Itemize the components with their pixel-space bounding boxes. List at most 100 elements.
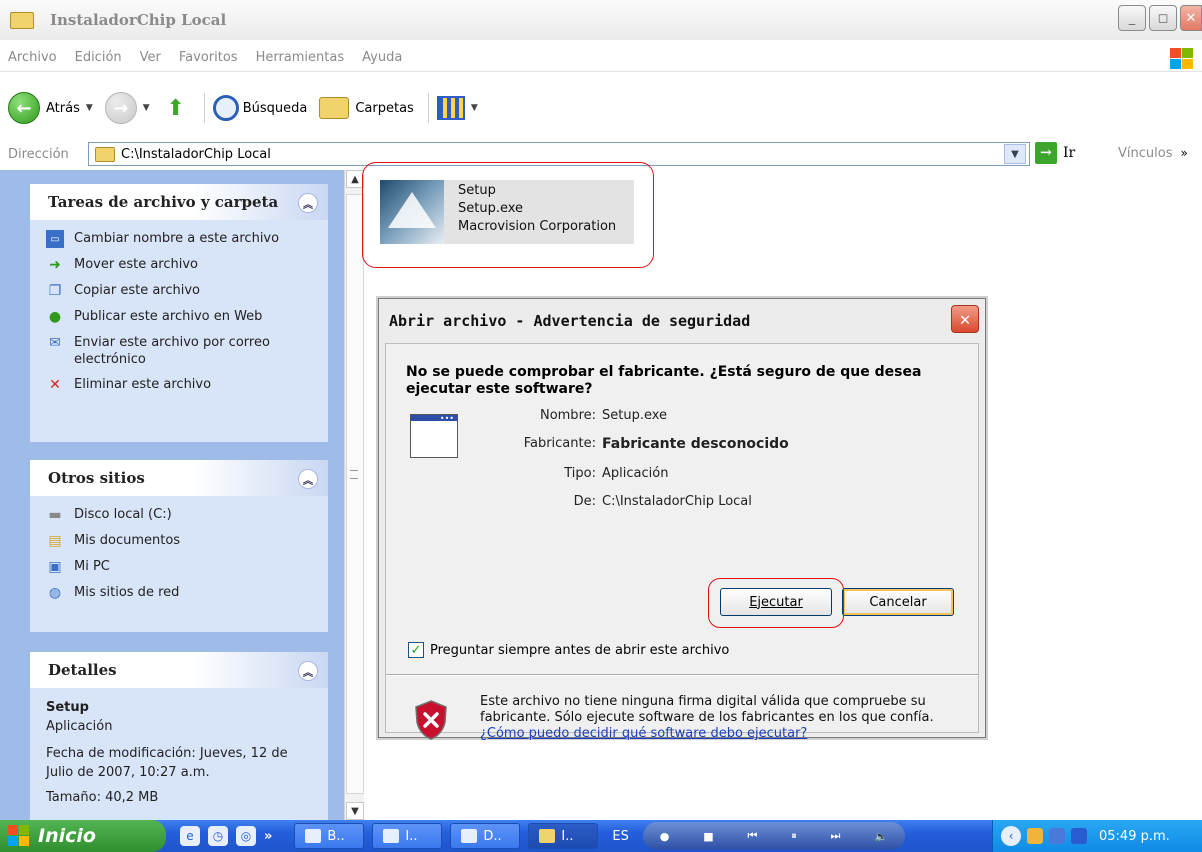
scroll-down-button[interactable]: ▼ bbox=[346, 802, 364, 820]
dialog-title: Abrir archivo - Advertencia de seguridad bbox=[389, 312, 751, 330]
back-button[interactable]: ← Atrás ▼ bbox=[8, 92, 93, 124]
menu-ver[interactable]: Ver bbox=[140, 50, 161, 65]
place-label: Disco local (C:) bbox=[74, 507, 172, 522]
volume-icon[interactable]: 🔈 bbox=[874, 830, 888, 843]
cancel-button[interactable]: Cancelar bbox=[842, 588, 954, 616]
clock-icon[interactable]: ◷ bbox=[208, 826, 228, 846]
warning-text-block: Este archivo no tiene ninguna firma digi… bbox=[480, 694, 970, 742]
info-row-type: Tipo: Aplicación bbox=[470, 466, 950, 481]
taskbar-button-3[interactable]: D.. bbox=[450, 823, 521, 849]
dialog-close-button[interactable]: ✕ bbox=[951, 305, 979, 333]
media-app-icon[interactable]: ● bbox=[660, 830, 670, 843]
collapse-icon[interactable]: ︽ bbox=[298, 661, 318, 681]
task-delete[interactable]: ✕ Eliminar este archivo bbox=[46, 376, 314, 394]
minimize-button[interactable]: _ bbox=[1118, 5, 1146, 31]
always-ask-checkbox-row[interactable]: ✓ Preguntar siempre antes de abrir este … bbox=[408, 642, 729, 658]
up-folder-button[interactable]: ⬆ bbox=[162, 94, 190, 122]
task-pane-scrollbar[interactable]: ▲ ▼ bbox=[344, 170, 364, 820]
info-label: Fabricante: bbox=[523, 436, 596, 451]
info-value: Aplicación bbox=[602, 466, 669, 481]
place-my-documents[interactable]: ▤ Mis documentos bbox=[46, 532, 314, 550]
start-button[interactable]: Inicio bbox=[0, 820, 166, 852]
show-hidden-icons-button[interactable]: ‹ bbox=[1001, 826, 1021, 846]
copy-icon: ❐ bbox=[48, 282, 62, 299]
task-publish-web[interactable]: ● Publicar este archivo en Web bbox=[46, 308, 314, 326]
back-label: Atrás bbox=[46, 100, 80, 116]
details-header[interactable]: Detalles ︽ bbox=[30, 652, 328, 688]
toolbar-separator bbox=[203, 93, 205, 123]
other-places-header[interactable]: Otros sitios ︽ bbox=[30, 460, 328, 496]
task-move[interactable]: ➜ Mover este archivo bbox=[46, 256, 314, 274]
pause-icon[interactable]: ⏸ bbox=[791, 829, 797, 843]
scroll-thumb[interactable] bbox=[346, 194, 364, 794]
views-button[interactable]: ▼ bbox=[436, 96, 478, 120]
go-label: Ir bbox=[1063, 145, 1076, 161]
previous-icon[interactable]: ⏮ bbox=[747, 829, 757, 843]
menu-edicion[interactable]: Edición bbox=[75, 50, 122, 65]
place-my-computer[interactable]: ▣ Mi PC bbox=[46, 558, 314, 576]
info-row-from: De: C:\InstaladorChip Local bbox=[470, 494, 950, 509]
place-label: Mis documentos bbox=[74, 533, 181, 548]
place-local-disk[interactable]: ▬ Disco local (C:) bbox=[46, 506, 314, 524]
stop-icon[interactable]: ■ bbox=[703, 830, 713, 843]
info-value: C:\InstaladorChip Local bbox=[602, 494, 752, 509]
info-label: Nombre: bbox=[539, 408, 596, 423]
web-publish-icon: ● bbox=[48, 308, 62, 325]
task-rename[interactable]: ▭ Cambiar nombre a este archivo bbox=[46, 230, 314, 248]
info-row-maker: Fabricante: Fabricante desconocido bbox=[470, 436, 950, 452]
address-dropdown-button[interactable]: ▼ bbox=[1004, 144, 1026, 164]
dialog-title-bar[interactable]: Abrir archivo - Advertencia de seguridad… bbox=[379, 299, 985, 343]
details-type: Aplicación bbox=[46, 719, 113, 734]
search-button[interactable]: Búsqueda bbox=[212, 95, 307, 121]
place-label: Mi PC bbox=[74, 559, 110, 574]
taskbar-button-1[interactable]: B.. bbox=[294, 823, 365, 849]
file-tasks-title: Tareas de archivo y carpeta bbox=[48, 193, 279, 211]
go-button[interactable]: → Ir bbox=[1035, 142, 1075, 164]
menu-herramientas[interactable]: Herramientas bbox=[256, 50, 345, 65]
internet-explorer-icon[interactable]: e bbox=[180, 826, 200, 846]
drive-icon: ▬ bbox=[48, 506, 62, 523]
system-tray: ‹ 05:49 p.m. bbox=[992, 820, 1202, 852]
menu-archivo[interactable]: Archivo bbox=[8, 50, 57, 65]
collapse-icon[interactable]: ︽ bbox=[298, 193, 318, 213]
next-icon[interactable]: ⏭ bbox=[831, 829, 841, 843]
folders-button[interactable]: Carpetas bbox=[319, 97, 414, 119]
language-indicator[interactable]: ES bbox=[612, 829, 628, 844]
taskbar-button-label: I.. bbox=[405, 828, 418, 844]
menu-ayuda[interactable]: Ayuda bbox=[362, 50, 402, 65]
rename-icon: ▭ bbox=[46, 230, 64, 248]
maximize-button[interactable]: ◻ bbox=[1149, 5, 1177, 31]
chevron-down-icon: ▼ bbox=[470, 103, 478, 113]
always-ask-checkbox[interactable]: ✓ bbox=[408, 642, 424, 658]
links-label: Vínculos bbox=[1118, 146, 1173, 161]
info-label: De: bbox=[573, 494, 596, 509]
taskbar-button-4[interactable]: I.. bbox=[528, 823, 599, 849]
clock[interactable]: 05:49 p.m. bbox=[1099, 829, 1170, 844]
folder-icon bbox=[95, 146, 115, 162]
place-network[interactable]: ◍ Mis sitios de red bbox=[46, 584, 314, 602]
folders-label: Carpetas bbox=[355, 100, 414, 116]
forward-button[interactable]: → ▼ bbox=[104, 92, 150, 124]
collapse-icon[interactable]: ︽ bbox=[298, 469, 318, 489]
menu-favoritos[interactable]: Favoritos bbox=[179, 50, 238, 65]
window-title-bar[interactable]: InstaladorChip Local _ ◻ ✕ bbox=[0, 0, 1202, 40]
details-title: Detalles bbox=[48, 661, 117, 679]
links-toolbar[interactable]: Vínculos » bbox=[1118, 146, 1188, 161]
dialog-question: No se puede comprobar el fabricante. ¿Es… bbox=[406, 364, 922, 397]
taskbar-button-2[interactable]: I.. bbox=[372, 823, 443, 849]
taskbar-button-label: B.. bbox=[327, 828, 345, 844]
media-player-toolbar: ● ■ ⏮ ⏸ ⏭ 🔈 bbox=[642, 822, 905, 850]
tray-clock-icon[interactable] bbox=[1027, 828, 1043, 844]
back-arrow-icon: ← bbox=[8, 92, 40, 124]
tray-network-icon[interactable] bbox=[1049, 828, 1065, 844]
task-copy[interactable]: ❐ Copiar este archivo bbox=[46, 282, 314, 300]
task-label: Publicar este archivo en Web bbox=[74, 309, 263, 324]
task-email[interactable]: ✉ Enviar este archivo por correo electró… bbox=[46, 334, 314, 368]
app-icon[interactable]: ◎ bbox=[236, 826, 256, 846]
file-tasks-header[interactable]: Tareas de archivo y carpeta ︽ bbox=[30, 184, 328, 220]
quick-launch-more-icon[interactable]: » bbox=[264, 829, 272, 844]
folder-icon bbox=[539, 829, 556, 843]
tray-audio-icon[interactable] bbox=[1071, 828, 1087, 844]
close-button[interactable]: ✕ bbox=[1180, 5, 1202, 31]
help-link[interactable]: ¿Cómo puedo decidir qué software debo ej… bbox=[480, 726, 807, 741]
